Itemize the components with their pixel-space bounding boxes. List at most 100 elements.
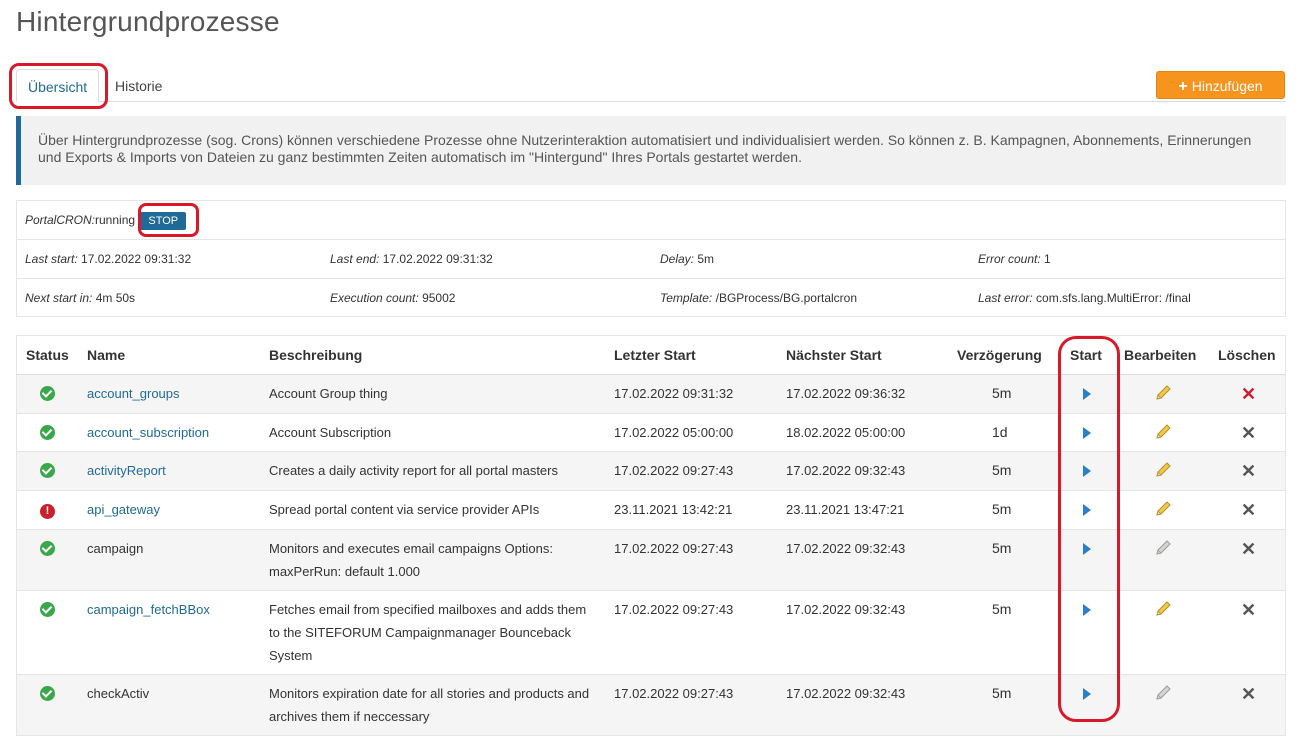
plus-icon: + [1178, 78, 1188, 95]
delete-x-icon[interactable]: ✕ [1241, 600, 1256, 620]
delete-x-icon[interactable]: ✕ [1241, 684, 1256, 704]
tab-bar: Übersicht Historie [16, 69, 1286, 102]
delay-label: Delay: [660, 252, 695, 266]
process-description: Fetches email from specified mailboxes a… [269, 602, 587, 663]
delay-cell: 5m [992, 685, 1012, 701]
table-row: campaign Monitors and executes email camp… [17, 530, 1285, 591]
delete-x-icon[interactable]: ✕ [1241, 384, 1256, 404]
table-row: account_groups Account Group thing 17.02.2… [17, 375, 1285, 414]
process-name-link[interactable]: account_groups [87, 386, 180, 401]
process-name-link[interactable]: activityReport [87, 463, 166, 478]
header-edit: Bearbeiten [1124, 347, 1197, 363]
next-start-label: Next start in: [25, 291, 93, 305]
table-row: ! api_gateway Spread portal content via se… [17, 491, 1285, 530]
error-count-label: Error count: [978, 252, 1041, 266]
process-description: Monitors and executes email campaigns Op… [269, 541, 553, 579]
cron-state: running [95, 213, 136, 227]
delay-cell: 1d [992, 424, 1008, 440]
last-start-cell: 17.02.2022 09:31:32 [614, 386, 734, 401]
header-delay: Verzögerung [957, 347, 1042, 363]
process-name: checkActiv [87, 686, 150, 701]
last-end-label: Last end: [330, 252, 380, 266]
delay-cell: 5m [992, 501, 1012, 517]
process-description: Account Group thing [269, 386, 388, 401]
pencil-icon[interactable] [1154, 461, 1172, 479]
stop-button[interactable]: STOP [140, 211, 187, 230]
tab-historie[interactable]: Historie [104, 69, 173, 101]
process-name-link[interactable]: api_gateway [87, 502, 160, 517]
last-start-cell: 17.02.2022 09:27:43 [614, 463, 734, 478]
last-end-value: 17.02.2022 09:31:32 [382, 252, 493, 266]
delay-value: 5m [697, 252, 715, 266]
last-start-label: Last start: [25, 252, 78, 266]
next-start-cell: 17.02.2022 09:36:32 [786, 386, 906, 401]
play-icon[interactable] [1083, 543, 1091, 555]
next-start-cell: 17.02.2022 09:32:43 [786, 541, 906, 556]
table-body: account_groups Account Group thing 17.02.2… [17, 375, 1285, 736]
last-start-cell: 23.11.2021 13:42:21 [614, 502, 733, 517]
template-label: Template: [660, 291, 713, 305]
last-start-cell: 17.02.2022 05:00:00 [614, 425, 734, 440]
add-button[interactable]: + Hinzufügen [1156, 71, 1285, 99]
last-error-value: com.sfs.lang.MultiError: /final [1036, 291, 1191, 305]
header-delete: Löschen [1218, 347, 1276, 363]
last-error-label: Last error: [978, 291, 1033, 305]
pencil-icon[interactable] [1154, 384, 1172, 402]
process-name: campaign [87, 541, 144, 556]
play-icon[interactable] [1083, 604, 1091, 616]
process-description: Account Subscription [269, 425, 392, 440]
last-start-value: 17.02.2022 09:31:32 [81, 252, 192, 266]
pencil-icon[interactable] [1154, 684, 1172, 702]
delay-cell: 5m [992, 462, 1012, 478]
status-ok-icon [40, 463, 55, 478]
process-description: Spread portal content via service provid… [269, 502, 540, 517]
next-start-value: 4m 50s [95, 291, 136, 305]
pencil-icon[interactable] [1154, 500, 1172, 518]
cron-label: PortalCRON: [25, 213, 96, 227]
process-table: Status Name Beschreibung Letzter Start N… [16, 335, 1286, 736]
execution-count-label: Execution count: [330, 291, 419, 305]
process-description: Creates a daily activity report for all … [269, 463, 558, 478]
status-ok-icon [40, 386, 55, 401]
play-icon[interactable] [1083, 388, 1091, 400]
next-start-cell: 23.11.2021 13:47:21 [786, 502, 905, 517]
delete-x-icon[interactable]: ✕ [1241, 539, 1256, 559]
pencil-icon[interactable] [1154, 600, 1172, 618]
table-row: campaign_fetchBBox Fetches email from spe… [17, 591, 1285, 675]
header-status: Status [26, 347, 69, 363]
last-start-cell: 17.02.2022 09:27:43 [614, 541, 734, 556]
tab-uebersicht[interactable]: Übersicht [16, 69, 100, 102]
delay-cell: 5m [992, 385, 1012, 401]
pencil-icon[interactable] [1154, 423, 1172, 441]
delay-cell: 5m [992, 540, 1012, 556]
delete-x-icon[interactable]: ✕ [1241, 461, 1256, 481]
delete-x-icon[interactable]: ✕ [1241, 423, 1256, 443]
header-next-start: Nächster Start [786, 347, 882, 363]
execution-count-value: 95002 [422, 291, 456, 305]
last-start-cell: 17.02.2022 09:27:43 [614, 686, 734, 701]
process-name-link[interactable]: account_subscription [87, 425, 209, 440]
play-icon[interactable] [1083, 465, 1091, 477]
header-last-start: Letzter Start [614, 347, 696, 363]
header-name: Name [87, 347, 126, 363]
table-header: Status Name Beschreibung Letzter Start N… [17, 336, 1285, 375]
play-icon[interactable] [1083, 427, 1091, 439]
process-name-link[interactable]: campaign_fetchBBox [87, 602, 210, 617]
status-ok-icon [40, 686, 55, 701]
add-button-label: Hinzufügen [1191, 78, 1263, 94]
status-ok-icon [40, 425, 55, 440]
next-start-cell: 17.02.2022 09:32:43 [786, 602, 906, 617]
process-description: Monitors expiration date for all stories… [269, 686, 590, 724]
delete-x-icon[interactable]: ✕ [1241, 500, 1256, 520]
play-icon[interactable] [1083, 504, 1091, 516]
play-icon[interactable] [1083, 688, 1091, 700]
last-start-cell: 17.02.2022 09:27:43 [614, 602, 734, 617]
table-row: activityReport Creates a daily activity r… [17, 452, 1285, 491]
status-ok-icon [40, 541, 55, 556]
cron-status-panel: PortalCRON:running STOP Last start: 17.0… [16, 200, 1286, 317]
next-start-cell: 18.02.2022 05:00:00 [786, 425, 906, 440]
next-start-cell: 17.02.2022 09:32:43 [786, 686, 906, 701]
table-row: account_subscription Account Subscription… [17, 414, 1285, 452]
pencil-icon[interactable] [1154, 539, 1172, 557]
page-title: Hintergrundprozesse [16, 6, 280, 37]
